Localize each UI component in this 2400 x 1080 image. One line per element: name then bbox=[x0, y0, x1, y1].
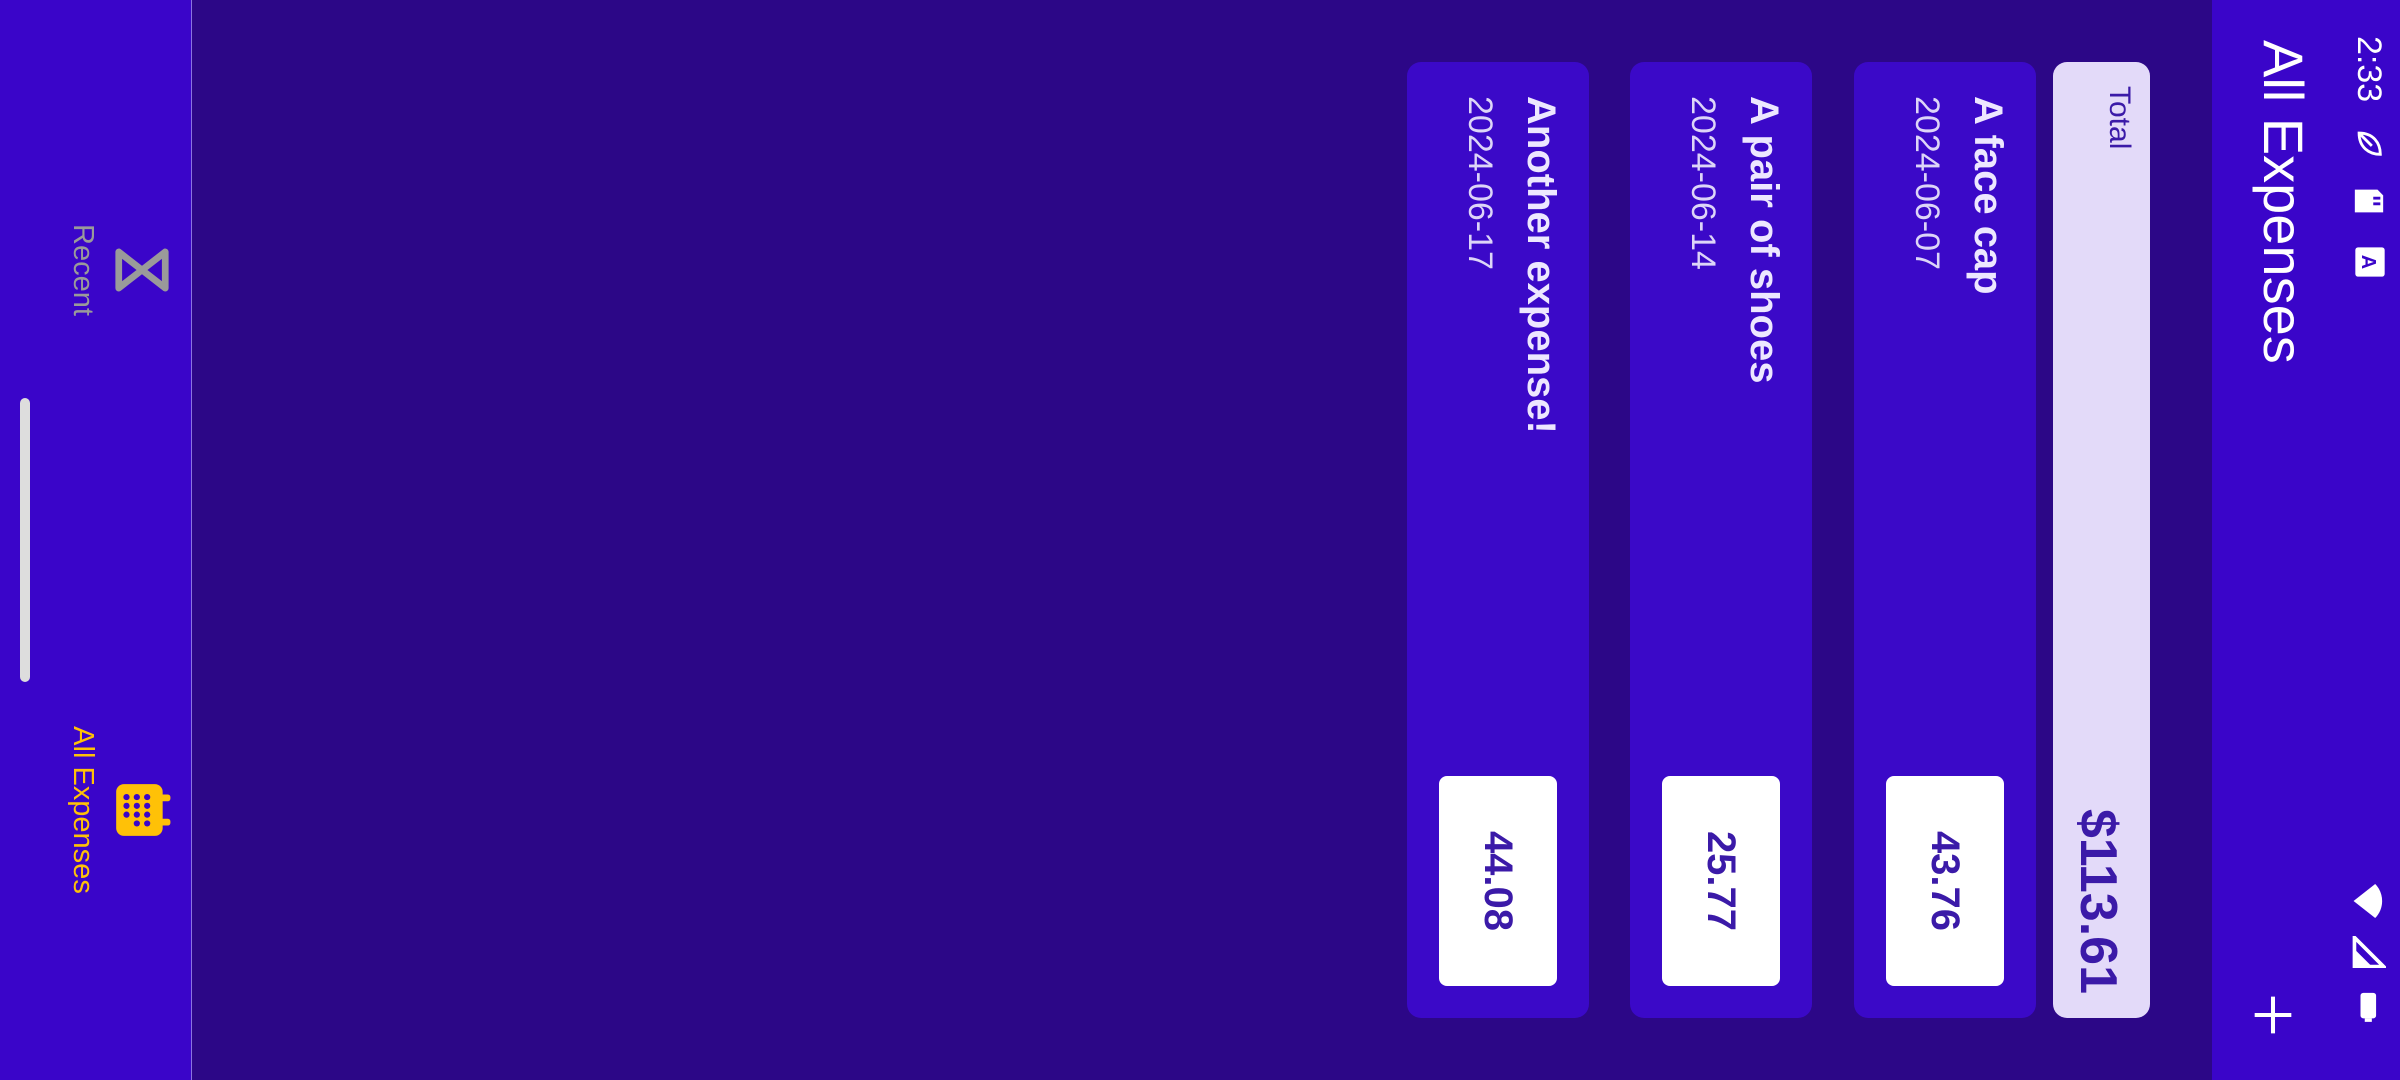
total-label: Total bbox=[2103, 86, 2136, 150]
expense-title: A face cap bbox=[1966, 96, 2010, 295]
calendar-icon bbox=[116, 784, 171, 836]
expense-amount: 44.08 bbox=[1439, 776, 1557, 986]
expense-amount: 43.76 bbox=[1886, 776, 2004, 986]
nav-item-all-expenses[interactable]: All Expenses bbox=[23, 690, 173, 930]
total-card: Total $113.61 bbox=[2053, 62, 2150, 1018]
notification-leaf-icon bbox=[2347, 126, 2386, 160]
expense-date: 2024-06-14 bbox=[1684, 96, 1722, 270]
signal-icon bbox=[2347, 933, 2388, 969]
expense-card[interactable]: Another expense! 2024-06-17 44.08 bbox=[1407, 62, 1589, 1018]
expense-title: Another expense! bbox=[1519, 96, 1563, 434]
top-app-bar: All Expenses bbox=[2212, 0, 2338, 1080]
hourglass-icon bbox=[115, 248, 169, 292]
expense-amount: 25.77 bbox=[1662, 776, 1780, 986]
add-expense-button[interactable] bbox=[2238, 980, 2308, 1050]
sd-card-icon bbox=[2347, 186, 2386, 216]
expense-list: Total $113.61 A face cap 2024-06-07 43.7… bbox=[292, 0, 2212, 1080]
phone-screen: 2:33 A All Expenses Total $113.61 A face… bbox=[0, 0, 2400, 1080]
gesture-navigation-handle[interactable] bbox=[20, 398, 30, 682]
expense-date: 2024-06-17 bbox=[1461, 96, 1499, 270]
page-title: All Expenses bbox=[2252, 40, 2315, 364]
battery-icon bbox=[2347, 990, 2386, 1024]
total-value: $113.61 bbox=[2069, 808, 2127, 994]
expense-card[interactable]: A pair of shoes 2024-06-14 25.77 bbox=[1630, 62, 1812, 1018]
svg-text:A: A bbox=[2357, 255, 2379, 269]
wifi-icon bbox=[2347, 882, 2386, 920]
nav-item-recent[interactable]: Recent bbox=[23, 150, 173, 390]
nav-label-all-expenses: All Expenses bbox=[67, 726, 99, 894]
status-time: 2:33 bbox=[2350, 36, 2388, 103]
expense-title: A pair of shoes bbox=[1742, 96, 1786, 384]
nav-label-recent: Recent bbox=[67, 224, 99, 316]
text-a-icon: A bbox=[2349, 246, 2386, 278]
plus-icon bbox=[2254, 996, 2292, 1034]
status-bar: 2:33 A bbox=[2338, 0, 2400, 1080]
expense-date: 2024-06-07 bbox=[1908, 96, 1946, 270]
expense-card[interactable]: A face cap 2024-06-07 43.76 bbox=[1854, 62, 2036, 1018]
